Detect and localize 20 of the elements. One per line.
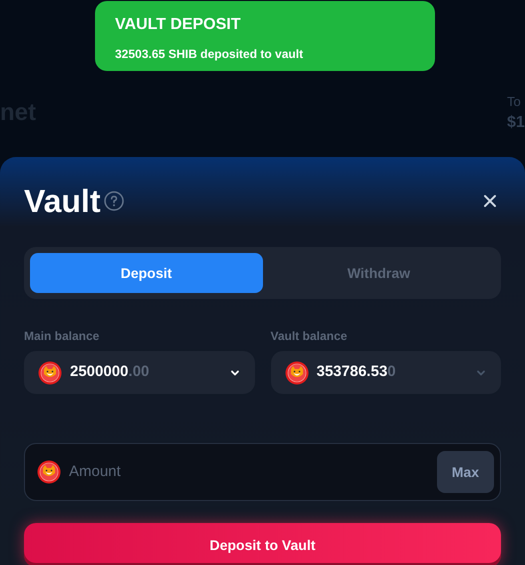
amount-field[interactable]: Amount Max [24,443,501,501]
balance-label: Vault balance [270,328,348,345]
shiba-coin-icon [37,460,61,484]
max-button[interactable]: Max [436,451,494,493]
shiba-coin-icon [38,360,62,384]
deposit-to-vault-button[interactable]: Deposit to Vault [24,523,501,565]
stat-label: To [507,92,521,110]
toast-message: 32503.65 SHIB deposited to vault [115,46,304,63]
toast-title: VAULT DEPOSIT [115,15,242,35]
tab[interactable]: Deposit [30,253,262,293]
balance-label: Main balance [24,328,100,345]
balance-value: 2500000.00 [70,362,150,382]
shiba-coin-icon [284,360,308,384]
balance-value: 353786.530 [316,362,397,382]
help-icon[interactable] [104,191,124,211]
stat-value: $1 [507,113,525,133]
balance-select[interactable]: 2500000.00 [24,351,254,394]
close-icon[interactable] [483,194,497,208]
tab[interactable]: Withdraw [262,253,495,293]
modal-title: Vault [24,182,100,221]
